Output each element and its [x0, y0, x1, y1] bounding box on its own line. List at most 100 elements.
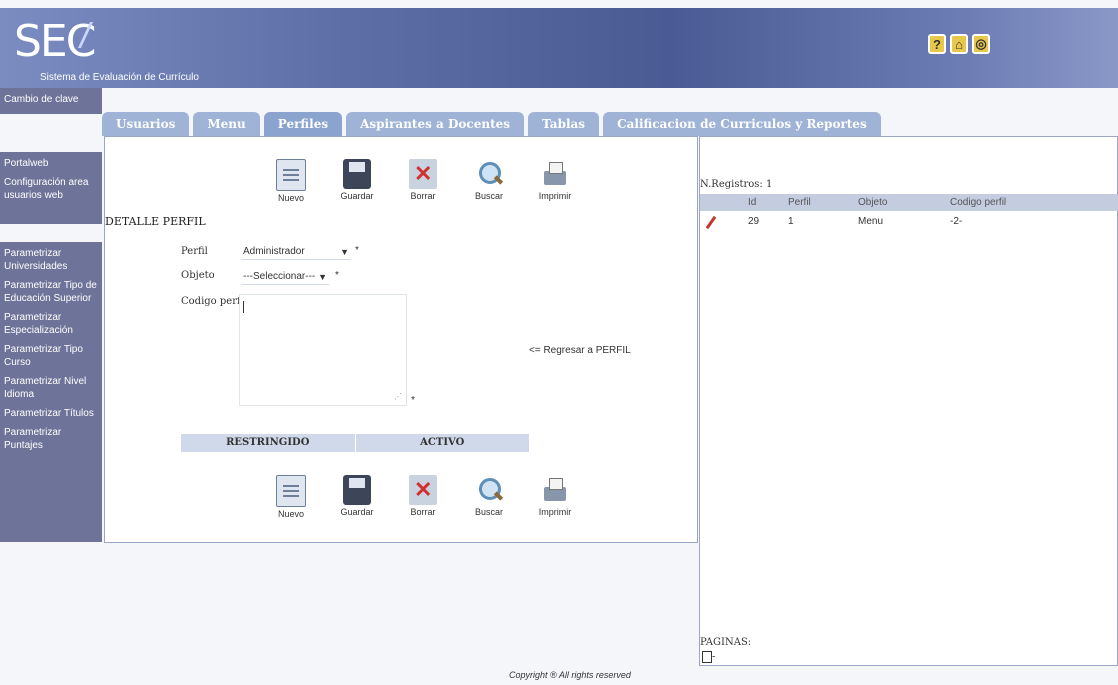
perfil-select-value: Administrador: [243, 246, 305, 257]
text-caret: [243, 301, 244, 313]
codigo-perfil-label: Codigo perfil: [181, 296, 247, 307]
save-disk-icon: [343, 475, 371, 505]
objeto-select-value: ---Seleccionar---: [243, 271, 316, 282]
save-button[interactable]: Guardar: [329, 159, 385, 203]
new-button[interactable]: Nuevo: [263, 475, 319, 519]
perfil-label: Perfil: [181, 246, 208, 257]
sidebar-item-especializacion[interactable]: Parametrizar Especialización: [4, 311, 98, 337]
sidebar-item-tipo-curso[interactable]: Parametrizar Tipo Curso: [4, 343, 98, 369]
perfil-detail-panel: Nuevo Guardar Borrar Buscar Imprimir DET…: [104, 136, 698, 543]
edit-cell: [700, 215, 748, 229]
main-tabs: Usuarios Menu Perfiles Aspirantes a Doce…: [102, 110, 881, 136]
new-document-icon: [276, 475, 306, 507]
edit-pencil-icon[interactable]: [705, 215, 717, 229]
objeto-required-mark: *: [335, 270, 339, 281]
codigo-perfil-textarea[interactable]: ⋰: [239, 294, 407, 406]
footer-copyright: Copyright ® All rights reserved: [509, 670, 631, 680]
tab-tablas[interactable]: Tablas: [528, 112, 600, 136]
chevron-down-icon: ▼: [340, 247, 349, 257]
pagination-label: PAGINAS:: [700, 637, 752, 648]
results-table: Id Perfil Objeto Codigo perfil 29 1 Menu…: [700, 194, 1118, 231]
results-panel: N.Registros: 1 Id Perfil Objeto Codigo p…: [699, 136, 1118, 666]
top-toolbar: Nuevo Guardar Borrar Buscar Imprimir: [263, 159, 583, 203]
cell-codigo-perfil: -2-: [950, 215, 963, 227]
tab-aspirantes[interactable]: Aspirantes a Docentes: [346, 112, 525, 136]
sidebar-item-nivel-idioma[interactable]: Parametrizar Nivel Idioma: [4, 375, 98, 401]
sidebar-item-portalweb[interactable]: Portalweb: [4, 157, 98, 170]
delete-button[interactable]: Borrar: [395, 475, 451, 519]
cell-id: 29: [748, 215, 760, 227]
status-bar: RESTRINGIDO ACTIVO: [181, 434, 529, 452]
new-button-label: Nuevo: [277, 509, 304, 519]
record-count: N.Registros: 1: [700, 179, 773, 190]
objeto-label: Objeto: [181, 270, 215, 281]
section-title: DETALLE PERFIL: [105, 215, 206, 228]
sidebar-item-config-usuarios-web[interactable]: Configuración area usuarios web: [4, 176, 98, 202]
table-header: Id Perfil Objeto Codigo perfil: [700, 194, 1118, 211]
sidebar: Cambio de clave Portalweb Configuración …: [0, 88, 102, 546]
search-button-label: Buscar: [474, 191, 503, 201]
column-header-objeto[interactable]: Objeto: [858, 197, 950, 208]
new-button[interactable]: Nuevo: [263, 159, 319, 203]
exit-icon[interactable]: ◎: [972, 34, 990, 54]
home-icon[interactable]: ⌂: [950, 34, 968, 54]
codigo-required-mark: *: [411, 395, 415, 406]
back-to-perfil-link[interactable]: <= Regresar a PERFIL: [529, 345, 631, 356]
tab-usuarios[interactable]: Usuarios: [102, 112, 190, 136]
column-header-codigo-perfil[interactable]: Codigo perfil: [950, 197, 1100, 208]
status-activo[interactable]: ACTIVO: [356, 434, 530, 452]
bottom-toolbar: Nuevo Guardar Borrar Buscar Imprimir: [263, 475, 583, 519]
sidebar-block-parametros: Parametrizar Universidades Parametrizar …: [0, 242, 102, 542]
tab-menu[interactable]: Menu: [193, 112, 260, 136]
print-icon: [541, 475, 569, 505]
delete-button-label: Borrar: [410, 507, 436, 517]
sidebar-block-portal: Portalweb Configuración area usuarios we…: [0, 152, 102, 224]
search-icon: [475, 159, 503, 189]
save-button-label: Guardar: [340, 191, 374, 201]
save-button-label: Guardar: [340, 507, 374, 517]
search-button-label: Buscar: [474, 507, 503, 517]
delete-icon: [409, 475, 437, 505]
search-button[interactable]: Buscar: [461, 159, 517, 203]
delete-button[interactable]: Borrar: [395, 159, 451, 203]
sidebar-item-puntajes[interactable]: Parametrizar Puntajes: [4, 426, 98, 452]
print-icon: [541, 159, 569, 189]
sidebar-block-account: Cambio de clave: [0, 88, 102, 114]
cell-perfil: 1: [788, 215, 794, 227]
help-icon[interactable]: ?: [928, 34, 946, 54]
print-button-label: Imprimir: [538, 507, 572, 517]
tab-perfiles[interactable]: Perfiles: [263, 112, 343, 136]
sidebar-item-titulos[interactable]: Parametrizar Títulos: [4, 407, 98, 420]
app-subtitle: Sistema de Evaluación de Currículo: [40, 72, 199, 83]
tab-calificacion[interactable]: Calificacion de Curriculos y Reportes: [603, 112, 881, 136]
save-disk-icon: [343, 159, 371, 189]
delete-icon: [409, 159, 437, 189]
new-document-icon: [276, 159, 306, 191]
column-header-perfil[interactable]: Perfil: [788, 197, 858, 208]
save-button[interactable]: Guardar: [329, 475, 385, 519]
pagination: -: [702, 651, 715, 663]
perfil-required-mark: *: [355, 245, 359, 256]
sidebar-item-tipo-educacion[interactable]: Parametrizar Tipo de Educación Superior: [4, 279, 98, 305]
sidebar-item-cambio-clave[interactable]: Cambio de clave: [4, 93, 98, 106]
resize-grip-icon[interactable]: ⋰: [394, 392, 402, 401]
new-button-label: Nuevo: [277, 193, 304, 203]
print-button-label: Imprimir: [538, 191, 572, 201]
status-restringido[interactable]: RESTRINGIDO: [181, 434, 356, 452]
table-row[interactable]: 29 1 Menu -2-: [700, 211, 1118, 231]
perfil-select[interactable]: Administrador ▼: [241, 246, 351, 260]
column-header-id[interactable]: Id: [748, 197, 788, 208]
delete-button-label: Borrar: [410, 191, 436, 201]
page-suffix: -: [712, 651, 716, 663]
print-button[interactable]: Imprimir: [527, 475, 583, 519]
header-actions: ? ⌂ ◎: [928, 34, 990, 54]
page-1-link[interactable]: [702, 651, 712, 663]
chevron-down-icon: ▼: [318, 272, 327, 282]
search-button[interactable]: Buscar: [461, 475, 517, 519]
cell-objeto: Menu: [858, 215, 884, 227]
app-header: SEC Sistema de Evaluación de Currículo ?…: [0, 8, 1118, 88]
sidebar-item-universidades[interactable]: Parametrizar Universidades: [4, 247, 98, 273]
objeto-select[interactable]: ---Seleccionar--- ▼: [241, 271, 329, 285]
search-icon: [475, 475, 503, 505]
print-button[interactable]: Imprimir: [527, 159, 583, 203]
